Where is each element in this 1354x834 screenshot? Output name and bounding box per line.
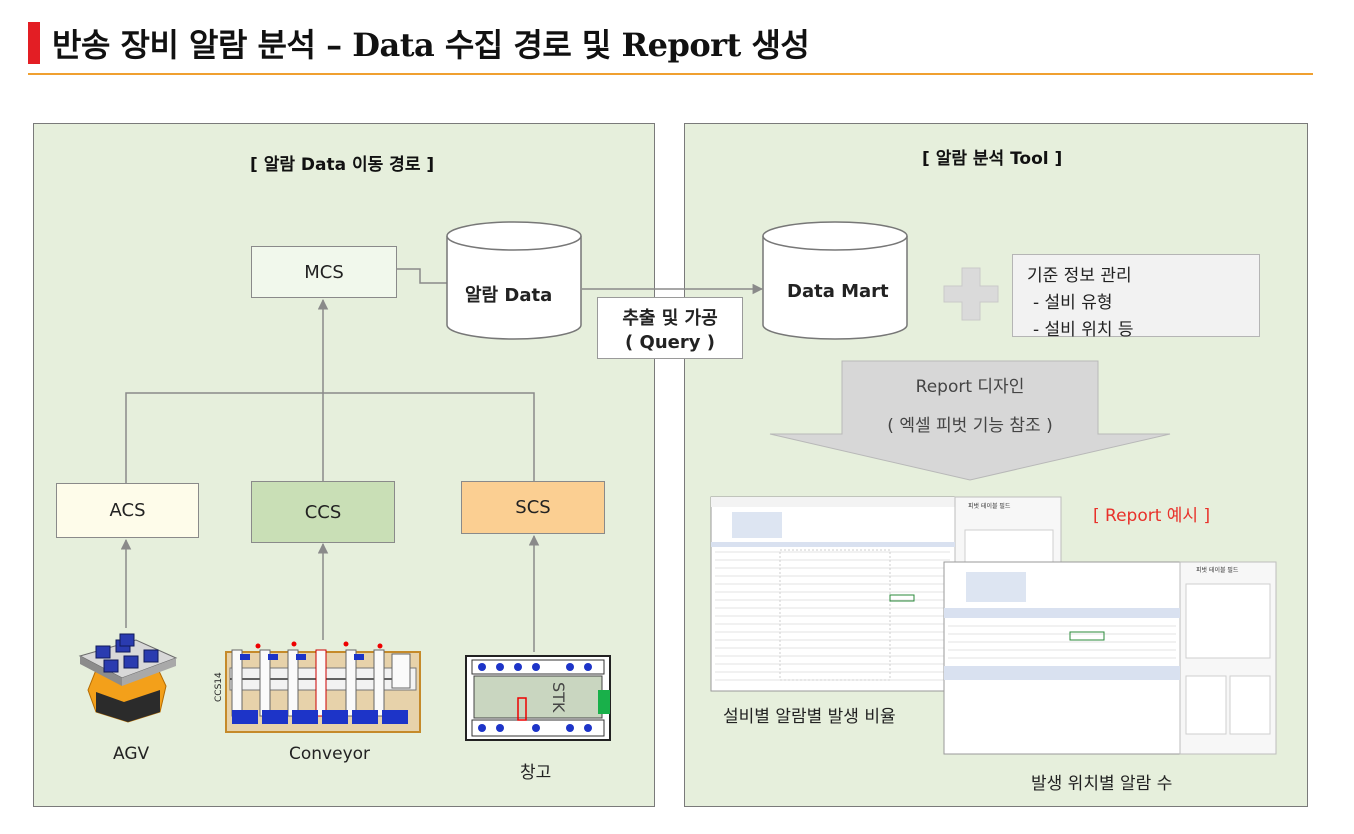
conveyor-layout-icon: CCS14 bbox=[214, 641, 421, 733]
mcs-to-db-connector bbox=[397, 268, 448, 284]
extract-label-line2: ( Query ) bbox=[625, 331, 715, 353]
data-mart-label: Data Mart bbox=[787, 281, 889, 302]
mcs-label: MCS bbox=[304, 261, 344, 283]
agv-label: AGV bbox=[113, 744, 150, 764]
report1-caption: 설비별 알람별 발생 비율 bbox=[723, 707, 896, 727]
pivot-panel-title-1: 피벗 테이블 필드 bbox=[968, 502, 1011, 510]
report-example-label: [ Report 예시 ] bbox=[1093, 506, 1211, 526]
acs-label: ACS bbox=[109, 500, 146, 521]
conveyor-tag-text: CCS14 bbox=[214, 672, 224, 702]
scs-label: SCS bbox=[515, 497, 551, 518]
agv-robot-icon bbox=[78, 633, 178, 723]
acs-box: ACS bbox=[56, 483, 199, 538]
reference-info-box: 기준 정보 관리 - 설비 유형 - 설비 위치 등 bbox=[1012, 254, 1260, 340]
extract-query-box: 추출 및 가공 ( Query ) bbox=[597, 297, 743, 359]
ccs-label: CCS bbox=[304, 501, 342, 523]
extract-label-line1: 추출 및 가공 bbox=[622, 307, 718, 329]
alarm-data-label: 알람 Data bbox=[465, 285, 553, 306]
conveyor-label: Conveyor bbox=[289, 744, 371, 764]
report-design-line1: Report 디자인 bbox=[915, 377, 1025, 397]
left-panel-title: [ 알람 Data 이동 경로 ] bbox=[250, 155, 435, 175]
right-panel-title: [ 알람 분석 Tool ] bbox=[922, 149, 1063, 169]
report2-caption: 발생 위치별 알람 수 bbox=[1031, 774, 1173, 794]
reference-info-title: 기준 정보 관리 bbox=[1027, 266, 1132, 286]
report-screenshot-pivot-2: 피벗 테이블 필드 bbox=[943, 561, 1277, 755]
reference-info-item-1: - 설비 유형 bbox=[1033, 293, 1113, 313]
diagram-connectors: CCS14 STK 피벗 테이블 필드 피벗 테이블 필드 bbox=[78, 221, 1277, 755]
tree-connector bbox=[125, 392, 535, 483]
scs-box: SCS bbox=[461, 481, 605, 534]
pivot-panel-title-2: 피벗 테이블 필드 bbox=[1196, 566, 1239, 574]
report-design-text: Report 디자인 ( 엑셀 피벗 기능 참조 ) bbox=[842, 372, 1098, 436]
plus-icon bbox=[943, 267, 999, 321]
report-design-line2: ( 엑셀 피벗 기능 참조 ) bbox=[887, 416, 1053, 436]
reference-info-item-2: - 설비 위치 등 bbox=[1033, 320, 1134, 340]
warehouse-label: 창고 bbox=[520, 763, 552, 783]
stk-warehouse-icon: STK bbox=[465, 655, 611, 741]
stk-text: STK bbox=[549, 682, 568, 713]
mcs-box: MCS bbox=[251, 246, 397, 298]
ccs-box: CCS bbox=[251, 481, 395, 543]
